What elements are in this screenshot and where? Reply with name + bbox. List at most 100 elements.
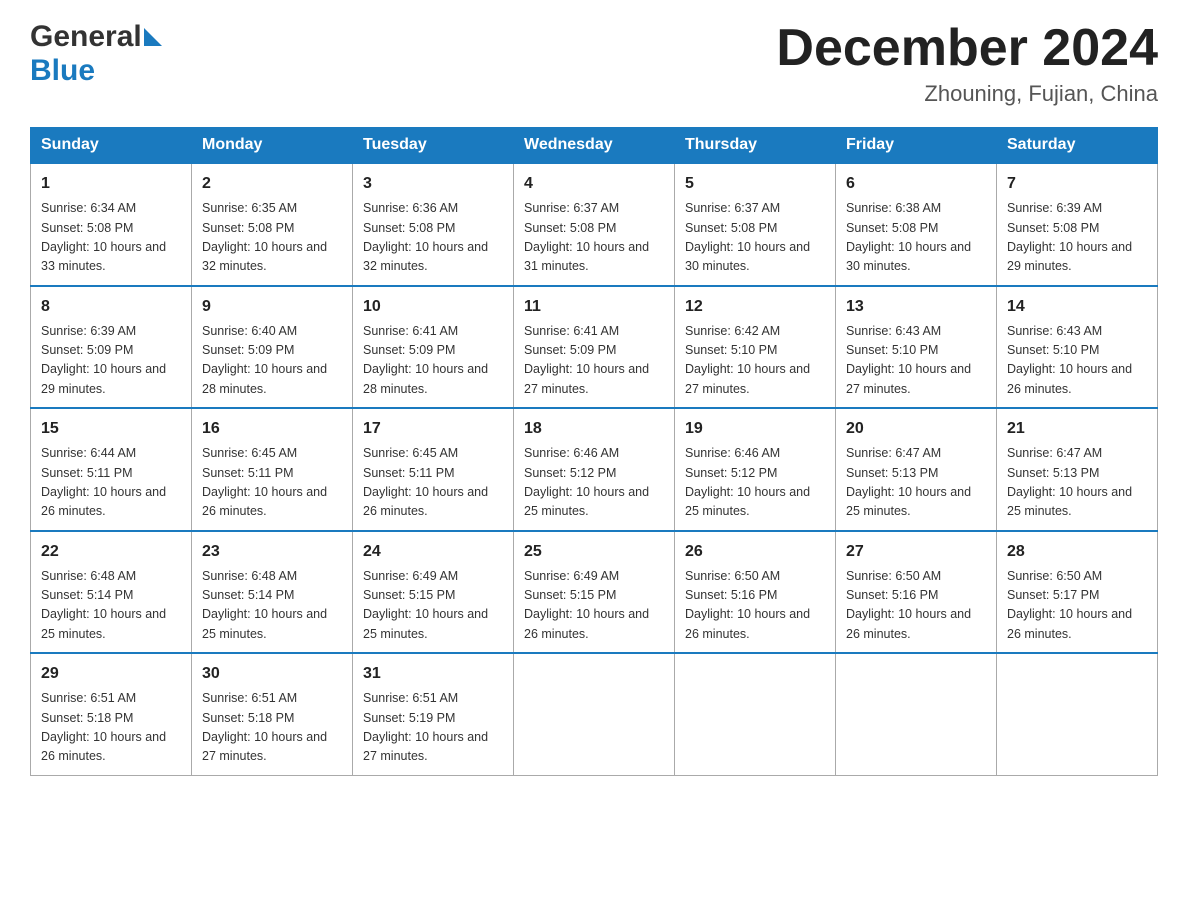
day-info: Sunrise: 6:42 AM Sunset: 5:10 PM Dayligh… [685,322,825,400]
calendar-day-cell: 3 Sunrise: 6:36 AM Sunset: 5:08 PM Dayli… [353,163,514,286]
day-number: 19 [685,417,825,441]
calendar-day-cell [514,653,675,775]
day-number: 13 [846,295,986,319]
title-section: December 2024 Zhouning, Fujian, China [776,20,1158,107]
day-number: 15 [41,417,181,441]
day-info: Sunrise: 6:35 AM Sunset: 5:08 PM Dayligh… [202,199,342,277]
month-year-title: December 2024 [776,20,1158,77]
calendar-day-cell: 2 Sunrise: 6:35 AM Sunset: 5:08 PM Dayli… [192,163,353,286]
calendar-day-cell: 13 Sunrise: 6:43 AM Sunset: 5:10 PM Dayl… [836,286,997,409]
day-info: Sunrise: 6:46 AM Sunset: 5:12 PM Dayligh… [524,444,664,522]
day-info: Sunrise: 6:47 AM Sunset: 5:13 PM Dayligh… [846,444,986,522]
weekday-header-wednesday: Wednesday [514,128,675,164]
location-subtitle: Zhouning, Fujian, China [776,81,1158,107]
day-info: Sunrise: 6:51 AM Sunset: 5:18 PM Dayligh… [202,689,342,767]
calendar-day-cell: 24 Sunrise: 6:49 AM Sunset: 5:15 PM Dayl… [353,531,514,654]
day-number: 29 [41,662,181,686]
weekday-header-row: SundayMondayTuesdayWednesdayThursdayFrid… [31,128,1158,164]
day-info: Sunrise: 6:45 AM Sunset: 5:11 PM Dayligh… [363,444,503,522]
day-info: Sunrise: 6:43 AM Sunset: 5:10 PM Dayligh… [846,322,986,400]
day-number: 9 [202,295,342,319]
day-number: 26 [685,540,825,564]
calendar-day-cell: 25 Sunrise: 6:49 AM Sunset: 5:15 PM Dayl… [514,531,675,654]
day-info: Sunrise: 6:36 AM Sunset: 5:08 PM Dayligh… [363,199,503,277]
calendar-week-row: 22 Sunrise: 6:48 AM Sunset: 5:14 PM Dayl… [31,531,1158,654]
day-number: 1 [41,172,181,196]
calendar-day-cell: 31 Sunrise: 6:51 AM Sunset: 5:19 PM Dayl… [353,653,514,775]
calendar-week-row: 29 Sunrise: 6:51 AM Sunset: 5:18 PM Dayl… [31,653,1158,775]
day-info: Sunrise: 6:49 AM Sunset: 5:15 PM Dayligh… [524,567,664,645]
day-info: Sunrise: 6:50 AM Sunset: 5:16 PM Dayligh… [685,567,825,645]
day-info: Sunrise: 6:46 AM Sunset: 5:12 PM Dayligh… [685,444,825,522]
calendar-day-cell: 14 Sunrise: 6:43 AM Sunset: 5:10 PM Dayl… [997,286,1158,409]
day-number: 10 [363,295,503,319]
day-info: Sunrise: 6:48 AM Sunset: 5:14 PM Dayligh… [202,567,342,645]
day-number: 3 [363,172,503,196]
weekday-header-tuesday: Tuesday [353,128,514,164]
calendar-day-cell: 9 Sunrise: 6:40 AM Sunset: 5:09 PM Dayli… [192,286,353,409]
calendar-day-cell: 19 Sunrise: 6:46 AM Sunset: 5:12 PM Dayl… [675,408,836,531]
day-number: 2 [202,172,342,196]
calendar-day-cell: 15 Sunrise: 6:44 AM Sunset: 5:11 PM Dayl… [31,408,192,531]
calendar-day-cell: 11 Sunrise: 6:41 AM Sunset: 5:09 PM Dayl… [514,286,675,409]
calendar-day-cell: 20 Sunrise: 6:47 AM Sunset: 5:13 PM Dayl… [836,408,997,531]
day-number: 6 [846,172,986,196]
day-info: Sunrise: 6:37 AM Sunset: 5:08 PM Dayligh… [524,199,664,277]
day-info: Sunrise: 6:41 AM Sunset: 5:09 PM Dayligh… [363,322,503,400]
calendar-day-cell: 17 Sunrise: 6:45 AM Sunset: 5:11 PM Dayl… [353,408,514,531]
calendar-table: SundayMondayTuesdayWednesdayThursdayFrid… [30,127,1158,776]
day-info: Sunrise: 6:51 AM Sunset: 5:19 PM Dayligh… [363,689,503,767]
calendar-week-row: 15 Sunrise: 6:44 AM Sunset: 5:11 PM Dayl… [31,408,1158,531]
day-number: 27 [846,540,986,564]
calendar-day-cell: 4 Sunrise: 6:37 AM Sunset: 5:08 PM Dayli… [514,163,675,286]
day-number: 23 [202,540,342,564]
calendar-day-cell [675,653,836,775]
calendar-day-cell: 12 Sunrise: 6:42 AM Sunset: 5:10 PM Dayl… [675,286,836,409]
day-info: Sunrise: 6:48 AM Sunset: 5:14 PM Dayligh… [41,567,181,645]
logo-arrow-icon [144,28,162,46]
day-info: Sunrise: 6:44 AM Sunset: 5:11 PM Dayligh… [41,444,181,522]
day-info: Sunrise: 6:37 AM Sunset: 5:08 PM Dayligh… [685,199,825,277]
calendar-day-cell: 21 Sunrise: 6:47 AM Sunset: 5:13 PM Dayl… [997,408,1158,531]
day-info: Sunrise: 6:39 AM Sunset: 5:08 PM Dayligh… [1007,199,1147,277]
calendar-day-cell: 26 Sunrise: 6:50 AM Sunset: 5:16 PM Dayl… [675,531,836,654]
day-number: 7 [1007,172,1147,196]
day-number: 16 [202,417,342,441]
calendar-day-cell: 27 Sunrise: 6:50 AM Sunset: 5:16 PM Dayl… [836,531,997,654]
weekday-header-sunday: Sunday [31,128,192,164]
day-number: 22 [41,540,181,564]
day-info: Sunrise: 6:51 AM Sunset: 5:18 PM Dayligh… [41,689,181,767]
calendar-day-cell: 18 Sunrise: 6:46 AM Sunset: 5:12 PM Dayl… [514,408,675,531]
calendar-week-row: 8 Sunrise: 6:39 AM Sunset: 5:09 PM Dayli… [31,286,1158,409]
calendar-day-cell: 1 Sunrise: 6:34 AM Sunset: 5:08 PM Dayli… [31,163,192,286]
calendar-day-cell: 22 Sunrise: 6:48 AM Sunset: 5:14 PM Dayl… [31,531,192,654]
day-number: 21 [1007,417,1147,441]
day-info: Sunrise: 6:49 AM Sunset: 5:15 PM Dayligh… [363,567,503,645]
day-number: 18 [524,417,664,441]
day-info: Sunrise: 6:45 AM Sunset: 5:11 PM Dayligh… [202,444,342,522]
day-number: 24 [363,540,503,564]
day-number: 11 [524,295,664,319]
weekday-header-friday: Friday [836,128,997,164]
day-number: 20 [846,417,986,441]
page-header: General Blue December 2024 Zhouning, Fuj… [30,20,1158,107]
day-info: Sunrise: 6:40 AM Sunset: 5:09 PM Dayligh… [202,322,342,400]
day-info: Sunrise: 6:50 AM Sunset: 5:17 PM Dayligh… [1007,567,1147,645]
calendar-day-cell: 8 Sunrise: 6:39 AM Sunset: 5:09 PM Dayli… [31,286,192,409]
day-info: Sunrise: 6:50 AM Sunset: 5:16 PM Dayligh… [846,567,986,645]
calendar-day-cell: 16 Sunrise: 6:45 AM Sunset: 5:11 PM Dayl… [192,408,353,531]
calendar-day-cell: 23 Sunrise: 6:48 AM Sunset: 5:14 PM Dayl… [192,531,353,654]
calendar-day-cell: 10 Sunrise: 6:41 AM Sunset: 5:09 PM Dayl… [353,286,514,409]
day-number: 5 [685,172,825,196]
weekday-header-thursday: Thursday [675,128,836,164]
calendar-day-cell: 29 Sunrise: 6:51 AM Sunset: 5:18 PM Dayl… [31,653,192,775]
day-info: Sunrise: 6:34 AM Sunset: 5:08 PM Dayligh… [41,199,181,277]
day-number: 17 [363,417,503,441]
calendar-week-row: 1 Sunrise: 6:34 AM Sunset: 5:08 PM Dayli… [31,163,1158,286]
day-info: Sunrise: 6:38 AM Sunset: 5:08 PM Dayligh… [846,199,986,277]
day-number: 28 [1007,540,1147,564]
day-number: 8 [41,295,181,319]
day-info: Sunrise: 6:43 AM Sunset: 5:10 PM Dayligh… [1007,322,1147,400]
logo: General Blue [30,20,162,88]
calendar-day-cell: 5 Sunrise: 6:37 AM Sunset: 5:08 PM Dayli… [675,163,836,286]
